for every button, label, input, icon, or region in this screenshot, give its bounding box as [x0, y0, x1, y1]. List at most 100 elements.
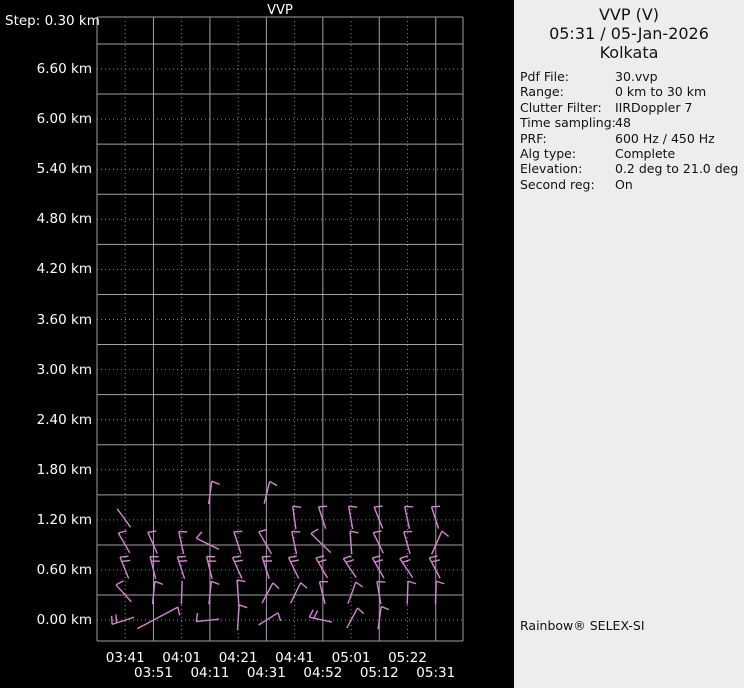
- wind-barb-feather: [211, 480, 220, 486]
- wind-barb: [178, 530, 188, 555]
- wind-barb: [176, 555, 188, 579]
- wind-barb-feather: [290, 559, 300, 563]
- y-axis-tick-label: 6.00 km: [36, 111, 92, 128]
- field-label: Alg type:: [520, 146, 577, 162]
- panel-datetime: 05:31 / 05-Jan-2026: [549, 24, 709, 43]
- wind-barb-staff: [116, 508, 132, 528]
- wind-barb-staff: [176, 556, 186, 579]
- wind-barb-feather: [374, 505, 383, 508]
- wind-barb-feather: [399, 555, 409, 560]
- field-label: Second reg:: [520, 176, 595, 192]
- wind-barb-feather: [292, 505, 302, 508]
- panel-field-row: Alg type: Complete: [520, 146, 744, 161]
- wind-barb-staff: [434, 581, 437, 605]
- y-axis-tick-label: 4.20 km: [36, 261, 92, 278]
- field-label: Elevation:: [520, 161, 583, 177]
- wind-barb-staff: [349, 531, 353, 555]
- wind-barb: [258, 528, 273, 555]
- wind-barb: [261, 582, 280, 604]
- wind-barb: [136, 606, 181, 630]
- x-axis-tick-label: 04:21: [218, 650, 258, 666]
- wind-barb: [342, 555, 357, 579]
- panel-product-title: VVP (V): [598, 5, 660, 24]
- wind-barb-feather: [118, 530, 127, 534]
- wind-barb-feather: [115, 580, 124, 586]
- wind-barb: [231, 555, 243, 579]
- wind-barb-staff: [406, 581, 409, 605]
- wind-barb: [318, 580, 329, 605]
- wind-barb: [115, 580, 132, 603]
- wind-barb: [310, 528, 332, 554]
- wind-barb-staff: [111, 616, 135, 626]
- wind-barb-feather: [429, 555, 438, 559]
- wind-barb: [347, 581, 364, 604]
- panel-fields: Pdf File: 30.vvp Range: 0 km to 30 km Clutte…: [514, 69, 744, 192]
- y-axis-tick-label: 0.60 km: [36, 562, 92, 578]
- wind-barb: [110, 614, 135, 626]
- wind-barb-feather: [119, 555, 129, 558]
- wind-barb: [205, 555, 217, 580]
- wind-barb-staff: [310, 532, 332, 554]
- wind-barb-feather: [310, 528, 319, 535]
- wind-barb: [371, 555, 385, 579]
- x-axis-tick-label: 05:12: [359, 665, 399, 681]
- wind-barb-staff: [149, 556, 157, 580]
- wind-barb-staff: [261, 556, 270, 579]
- x-axis-tick-label: 05:01: [331, 650, 371, 666]
- wind-barb: [287, 555, 300, 579]
- wind-barb-feather: [380, 605, 390, 611]
- wind-barb: [372, 530, 384, 554]
- wind-barb: [308, 609, 332, 623]
- wind-barb-feather: [177, 606, 181, 616]
- wind-barb-feather: [407, 580, 417, 585]
- wind-barb-feather: [195, 531, 203, 539]
- field-value: On: [615, 176, 633, 192]
- field-label: Pdf File:: [520, 69, 569, 84]
- wind-barb-feather: [234, 559, 243, 563]
- wind-barb-feather: [232, 555, 242, 559]
- wind-barb-feather: [121, 559, 131, 563]
- wind-barb-feather: [357, 607, 365, 615]
- wind-barb-staff: [318, 581, 326, 605]
- wind-barb: [258, 612, 282, 626]
- wind-barb: [233, 530, 243, 554]
- wind-barb-feather: [288, 555, 298, 559]
- wind-barb-staff: [117, 532, 131, 554]
- wind-barb-feather: [436, 580, 445, 585]
- wind-barb: [434, 580, 445, 605]
- info-panel: VVP (V) 05:31 / 05-Jan-2026 Kolkata Pdf …: [514, 0, 744, 688]
- wind-barb-staff: [430, 506, 440, 529]
- wind-barb-staff: [258, 612, 279, 626]
- wind-barb: [195, 531, 220, 551]
- wind-barb-feather: [238, 604, 248, 609]
- x-axis-tick-label: 04:52: [303, 665, 343, 681]
- wind-barb-staff: [372, 532, 384, 554]
- x-axis-tick-label: 04:01: [162, 650, 202, 666]
- wind-barb-feather: [431, 559, 440, 563]
- y-axis-tick-label: 0.00 km: [36, 612, 92, 629]
- y-axis-tick-label: 2.40 km: [36, 411, 92, 428]
- wind-barb: [149, 555, 160, 580]
- wind-barb-feather: [343, 555, 352, 560]
- wind-barb-staff: [258, 531, 273, 555]
- wind-barb: [261, 555, 273, 579]
- field-value: 0 km to 30 km: [615, 84, 707, 100]
- wind-barb: [349, 530, 359, 555]
- field-value: 48: [615, 115, 631, 131]
- wind-barb: [151, 580, 164, 605]
- wind-barb-staff: [180, 581, 183, 605]
- panel-field-row: Elevation: 0.2 deg to 21.0 deg: [520, 161, 744, 176]
- panel-field-row: Second reg: On: [520, 177, 744, 192]
- wind-barb: [119, 555, 131, 579]
- field-label: Range:: [520, 84, 564, 100]
- field-value: 30.vvp: [615, 69, 658, 84]
- y-axis-tick-label: 3.60 km: [36, 311, 92, 328]
- x-axis-tick-label: 03:51: [134, 665, 173, 681]
- wind-barb-staff: [178, 531, 185, 555]
- panel-field-row: Time sampling: 48: [520, 115, 744, 130]
- wind-barb-staff: [233, 531, 242, 554]
- panel-header: VVP (V) 05:31 / 05-Jan-2026 Kolkata: [514, 5, 744, 62]
- wind-barb-staff: [431, 530, 443, 555]
- field-label: PRF:: [520, 130, 547, 146]
- wind-barb-staff: [309, 616, 332, 623]
